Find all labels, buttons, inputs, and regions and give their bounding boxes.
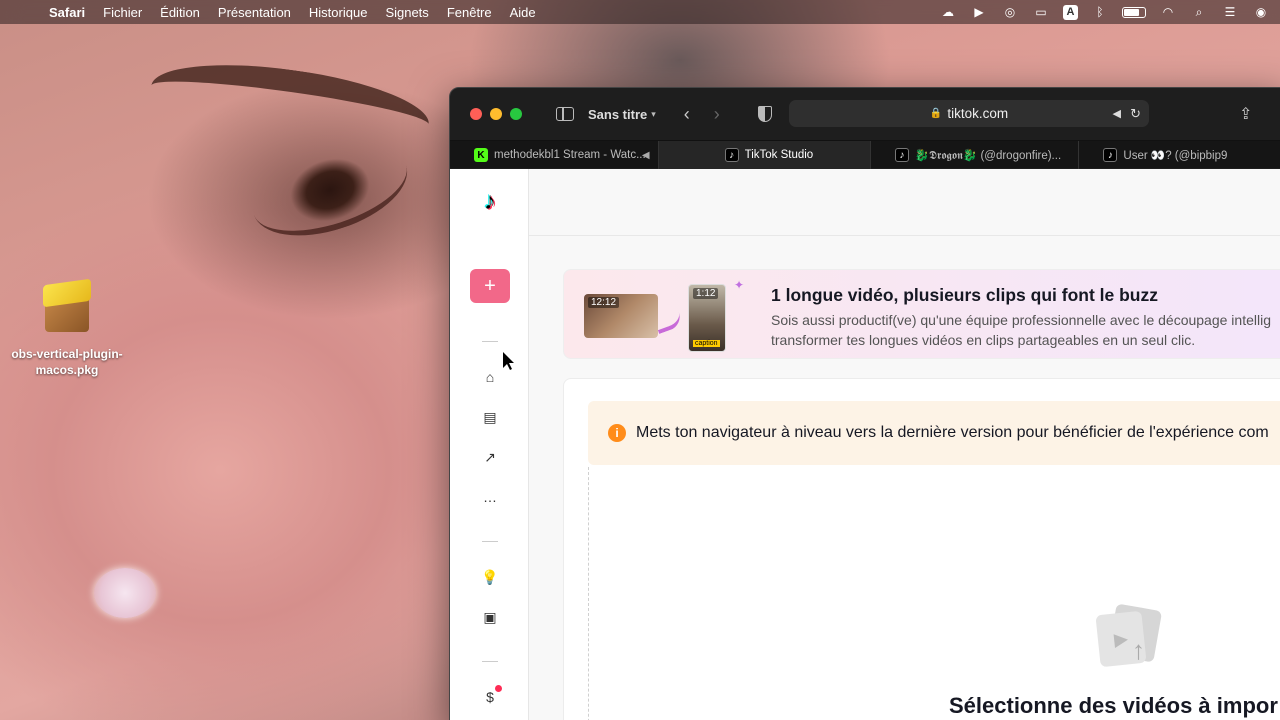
desktop-file-label: obs-vertical-plugin-macos.pkg	[11, 347, 123, 377]
banner-line-2: transformer tes longues vidéos en clips …	[771, 332, 1196, 348]
nav-divider	[482, 541, 498, 542]
upload-dropzone[interactable]: ▶ ↑ Sélectionne des vidéos à impor	[588, 467, 1280, 720]
long-video-thumbnail: 12:12	[584, 294, 658, 338]
creative-cloud-icon[interactable]: ☁	[939, 5, 957, 19]
comments-icon[interactable]: …	[480, 487, 500, 507]
control-center-icon[interactable]: ☰	[1221, 5, 1239, 19]
wallpaper-earring	[94, 568, 156, 618]
tab-kick[interactable]: K methodekbl1 Stream - Watc... ◀	[450, 141, 659, 169]
lock-icon: 🔒	[929, 108, 943, 119]
airdrop-icon[interactable]: ◎	[1001, 5, 1019, 19]
academy-icon[interactable]: ▣	[480, 607, 500, 627]
menu-aide[interactable]: Aide	[501, 5, 545, 20]
menu-fichier[interactable]: Fichier	[94, 5, 151, 20]
wallpaper-brow	[146, 50, 434, 160]
browser-upgrade-notice: i Mets ton navigateur à niveau vers la d…	[588, 401, 1280, 465]
close-button[interactable]	[470, 108, 482, 120]
clip-thumbnail: 1:12 caption	[688, 284, 726, 352]
notice-text: Mets ton navigateur à niveau vers la der…	[636, 424, 1269, 441]
tiktok-icon: ♪	[1103, 148, 1118, 162]
input-source-icon[interactable]: A	[1063, 4, 1078, 20]
tiktok-logo-icon[interactable]: ♪	[478, 189, 502, 215]
chevron-down-icon: ▾	[651, 108, 656, 119]
menu-app-name[interactable]: Safari	[40, 5, 94, 20]
speaker-muted-icon[interactable]: ◀	[642, 150, 650, 161]
screen-mirroring-icon[interactable]: ▭	[1032, 5, 1050, 19]
studio-header	[529, 169, 1280, 236]
window-controls	[470, 108, 522, 120]
privacy-shield-icon[interactable]	[757, 106, 772, 122]
menu-historique[interactable]: Historique	[300, 5, 377, 20]
tiktok-icon: ♪	[894, 148, 909, 162]
speaker-icon[interactable]: ◀	[1113, 107, 1121, 120]
share-icon[interactable]: ⇪	[1239, 104, 1252, 124]
wifi-icon[interactable]: ◠	[1159, 5, 1177, 19]
tab-group-selector[interactable]: Sans titre ▾	[588, 107, 656, 122]
tab-title: TikTok Studio	[744, 149, 814, 161]
play-icon[interactable]: ▶	[970, 5, 988, 19]
promo-banner[interactable]: 12:12 1:12 caption ✦ 1 longue vidéo, plu…	[563, 269, 1280, 359]
tab-title: User 👀? (@bipbip9	[1123, 150, 1228, 162]
tab-title: methodekbl1 Stream - Watc...	[494, 149, 646, 161]
battery-icon[interactable]	[1122, 6, 1146, 18]
upload-card: i Mets ton navigateur à niveau vers la d…	[563, 378, 1280, 720]
sparkle-icon: ✦	[734, 278, 745, 292]
address-bar[interactable]: 🔒 tiktok.com ◀ ↻	[789, 100, 1149, 127]
desktop-file-pkg[interactable]: obs-vertical-plugin-macos.pkg	[8, 278, 126, 378]
banner-title: 1 longue vidéo, plusieurs clips qui font…	[771, 285, 1158, 305]
upload-illustration-icon: ▶ ↑	[1094, 603, 1166, 668]
menu-fenetre[interactable]: Fenêtre	[438, 5, 501, 20]
zoom-button[interactable]	[510, 108, 522, 120]
sidebar-toggle-icon[interactable]	[556, 107, 574, 121]
studio-sidebar: ♪ + ⌂ ▤ ↗ … 💡 ▣ $	[450, 169, 529, 720]
analytics-icon[interactable]: ↗	[480, 447, 500, 467]
menu-signets[interactable]: Signets	[376, 5, 437, 20]
info-icon: i	[608, 424, 626, 442]
tab-bar: K methodekbl1 Stream - Watc... ◀ ♪ TikTo…	[450, 140, 1280, 169]
tab-tiktok-studio[interactable]: ♪ TikTok Studio	[658, 141, 871, 169]
upload-button[interactable]: +	[470, 269, 510, 303]
tiktok-studio-page: ♪ + ⌂ ▤ ↗ … 💡 ▣ $ 12:12 1:12 caption ✦ 1…	[450, 169, 1280, 720]
thumb-duration: 12:12	[588, 297, 620, 308]
forward-button[interactable]: ›	[714, 104, 720, 125]
menu-extras: ☁ ▶ ◎ ▭ A ᛒ ◠ ⌕ ☰ ◉	[939, 4, 1280, 20]
menu-edition[interactable]: Édition	[151, 5, 209, 20]
banner-line-1: Sois aussi productif(ve) qu'une équipe p…	[771, 312, 1271, 328]
select-videos-title: Sélectionne des vidéos à impor	[949, 693, 1278, 718]
posts-icon[interactable]: ▤	[480, 407, 500, 427]
minimize-button[interactable]	[490, 108, 502, 120]
safari-toolbar: Sans titre ▾ ‹ › 🔒 tiktok.com ◀ ↻ ⇪	[450, 88, 1280, 140]
tab-bipbip[interactable]: ♪ User 👀? (@bipbip9	[1079, 141, 1280, 169]
reload-icon[interactable]: ↻	[1130, 106, 1141, 122]
tab-group-label: Sans titre	[588, 106, 648, 122]
tiktok-icon: ♪	[724, 148, 739, 162]
tab-drogonfire[interactable]: ♪ 🐉𝕯𝖗𝖔𝖌𝖔𝖓🐉 (@drogonfire)...	[871, 141, 1080, 169]
tab-title: 🐉𝕯𝖗𝖔𝖌𝖔𝖓🐉 (@drogonfire)...	[914, 149, 1062, 162]
back-button[interactable]: ‹	[684, 104, 690, 125]
monetization-icon[interactable]: $	[480, 685, 502, 707]
kick-icon: K	[474, 148, 488, 162]
arrow-icon	[654, 311, 684, 335]
nav-divider	[482, 661, 498, 662]
menu-presentation[interactable]: Présentation	[209, 5, 300, 20]
thumb-duration: 1:12	[693, 288, 719, 299]
url-text: tiktok.com	[947, 106, 1009, 121]
safari-window: Sans titre ▾ ‹ › 🔒 tiktok.com ◀ ↻ ⇪ K me…	[449, 87, 1280, 720]
siri-icon[interactable]: ◉	[1252, 5, 1270, 19]
menu-bar: Safari Fichier Édition Présentation Hist…	[0, 0, 1280, 24]
search-icon[interactable]: ⌕	[1190, 5, 1208, 19]
package-icon	[39, 278, 95, 334]
thumb-caption: caption	[693, 340, 720, 347]
home-icon[interactable]: ⌂	[480, 367, 500, 387]
inspiration-icon[interactable]: 💡	[480, 567, 500, 587]
banner-description: Sois aussi productif(ve) qu'une équipe p…	[771, 310, 1271, 350]
bluetooth-icon[interactable]: ᛒ	[1091, 5, 1109, 19]
nav-divider	[482, 341, 498, 342]
notification-dot	[495, 685, 502, 692]
